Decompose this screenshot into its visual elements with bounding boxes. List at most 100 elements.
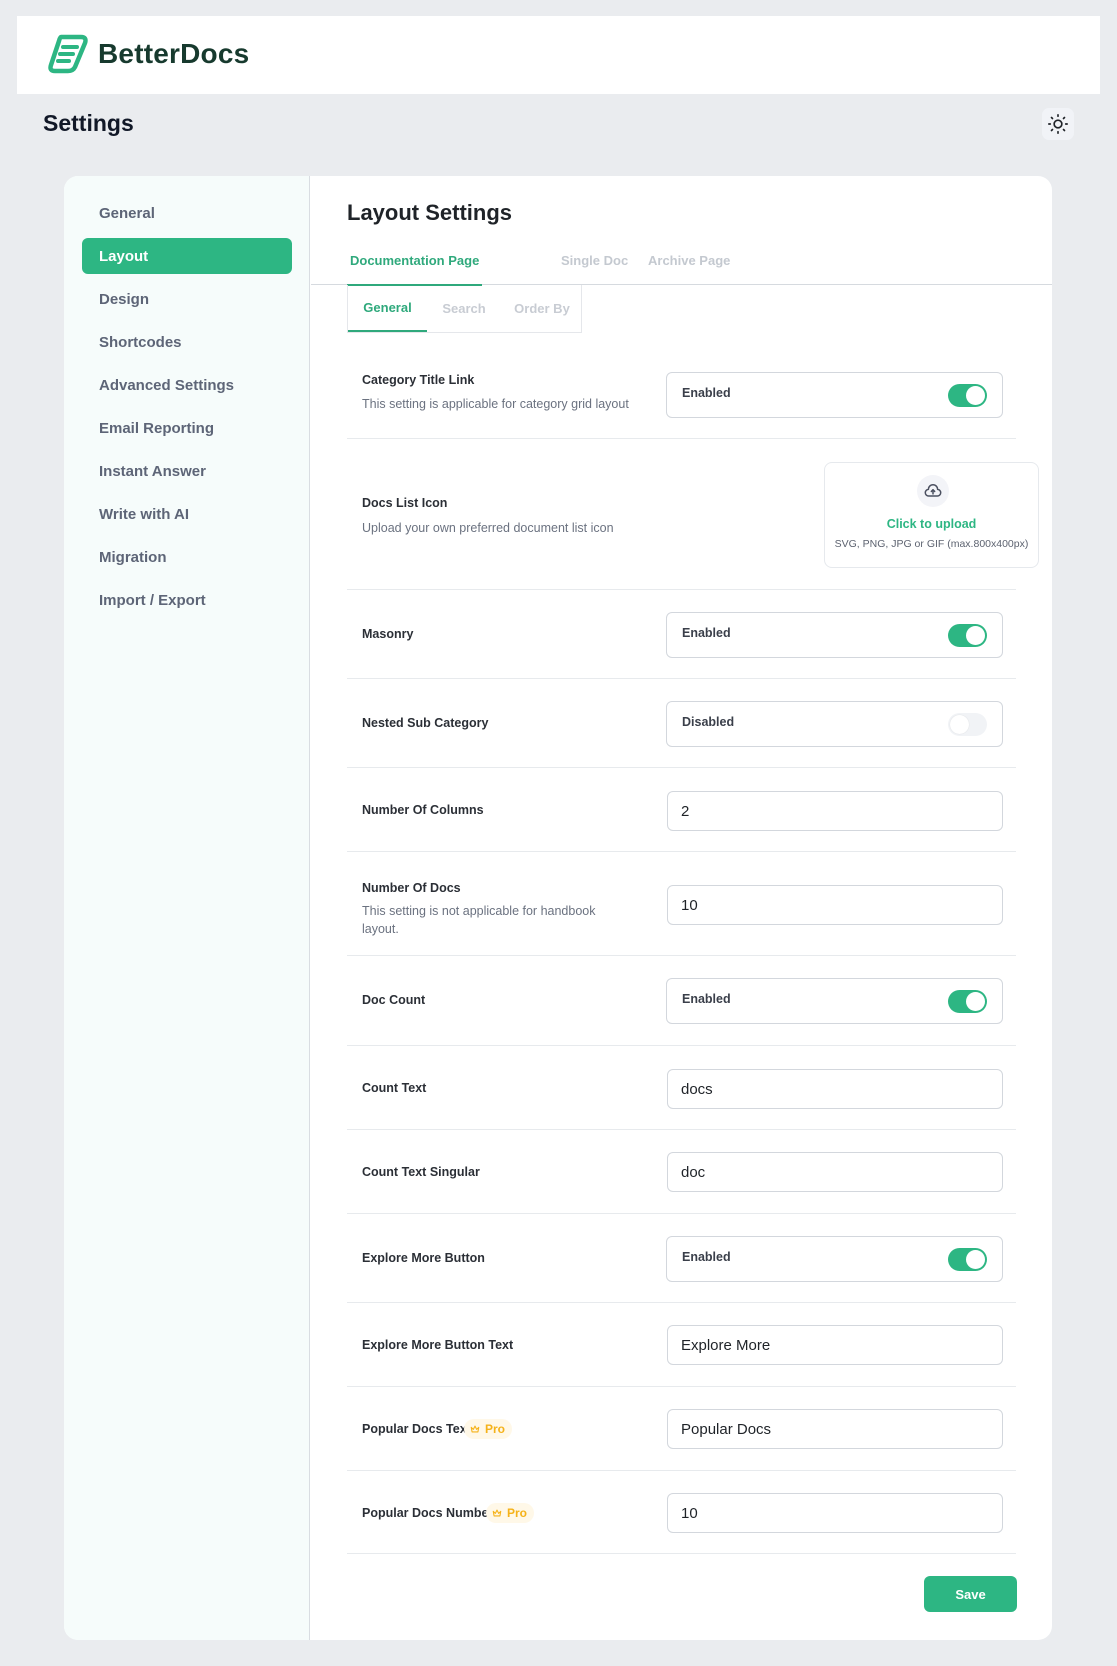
toggle-knob: [966, 386, 985, 405]
setting-label: Doc Count: [362, 993, 426, 1007]
setting-row-popular-docs-number: Popular Docs Number Pro: [347, 1471, 1016, 1554]
section-title: Layout Settings: [347, 200, 513, 225]
sidebar-item-instant-answer[interactable]: Instant Answer: [82, 453, 292, 489]
setting-row-explore-more-button: Explore More Button Enabled: [347, 1214, 1016, 1303]
count-text-singular-field: [667, 1152, 1003, 1192]
setting-label: Category Title Link: [362, 373, 475, 387]
nested-sub-category-toggle[interactable]: [948, 713, 987, 736]
setting-label: Number Of Columns: [362, 803, 484, 817]
toggle-knob: [966, 992, 985, 1011]
subtab-search[interactable]: Search: [427, 285, 501, 332]
toggle-knob: [950, 715, 969, 734]
explore-more-button-text-field: [667, 1325, 1003, 1365]
setting-label: Masonry: [362, 627, 414, 641]
category-title-link-toggle[interactable]: [948, 384, 987, 407]
crown-icon: [492, 1509, 502, 1517]
explore-more-button-toggle-field: Enabled: [666, 1236, 1003, 1282]
count-text-field: [667, 1069, 1003, 1109]
setting-row-number-of-docs: Number Of Docs This setting is not appli…: [347, 852, 1016, 956]
setting-row-number-of-columns: Number Of Columns: [347, 768, 1016, 852]
toggle-state-label: Enabled: [682, 626, 731, 640]
setting-label: Nested Sub Category: [362, 716, 489, 730]
setting-description: This setting is not applicable for handb…: [362, 904, 596, 936]
cloud-upload-icon: [924, 484, 942, 497]
brand-name: BetterDocs: [98, 38, 250, 69]
number-of-docs-input[interactable]: [681, 896, 1002, 914]
setting-row-docs-list-icon: Docs List Icon Upload your own preferred…: [347, 439, 1039, 590]
theme-toggle-button[interactable]: [1042, 108, 1074, 140]
toggle-knob: [966, 1250, 985, 1269]
sidebar-item-import-export[interactable]: Import / Export: [82, 582, 292, 618]
sidebar-item-advanced-settings[interactable]: Advanced Settings: [82, 367, 292, 403]
toggle-state-label: Enabled: [682, 1250, 731, 1264]
sidebar-item-write-with-ai[interactable]: Write with AI: [82, 496, 292, 532]
brand-logo[interactable]: BetterDocs: [47, 34, 249, 74]
sidebar-item-migration[interactable]: Migration: [82, 539, 292, 575]
setting-row-count-text-singular: Count Text Singular: [347, 1130, 1016, 1214]
explore-more-button-text-input[interactable]: [681, 1336, 1002, 1354]
setting-label: Number Of Docs: [362, 881, 461, 895]
toggle-state-label: Disabled: [682, 715, 735, 729]
toggle-state-label: Enabled: [682, 992, 731, 1006]
sun-icon: [1048, 114, 1068, 134]
layout-settings-panel: Layout Settings Documentation Page Singl…: [311, 176, 1052, 1640]
tab-documentation-page[interactable]: Documentation Page: [347, 236, 483, 286]
setting-row-nested-sub-category: Nested Sub Category Disabled: [347, 679, 1016, 768]
subtab-order-by[interactable]: Order By: [501, 285, 583, 332]
docs-list-icon-upload[interactable]: Click to upload SVG, PNG, JPG or GIF (ma…: [824, 462, 1039, 568]
page-title: Settings: [43, 110, 134, 136]
setting-label: Popular Docs Text: [362, 1422, 471, 1436]
setting-row-masonry: Masonry Enabled: [347, 590, 1016, 679]
sidebar-item-layout[interactable]: Layout: [82, 238, 292, 274]
upload-hint: SVG, PNG, JPG or GIF (max.800x400px): [834, 538, 1029, 550]
subtab-general[interactable]: General: [348, 285, 427, 332]
setting-label: Count Text Singular: [362, 1165, 480, 1179]
settings-card: General Layout Design Shortcodes Advance…: [64, 176, 1052, 1640]
setting-label: Count Text: [362, 1081, 427, 1095]
number-of-docs-field: [667, 885, 1003, 925]
top-bar: BetterDocs: [17, 16, 1100, 94]
setting-description: Upload your own preferred document list …: [362, 521, 614, 535]
count-text-input[interactable]: [681, 1080, 1002, 1098]
save-button[interactable]: Save: [924, 1576, 1017, 1612]
pro-badge: Pro: [464, 1419, 513, 1439]
setting-row-explore-more-button-text: Explore More Button Text: [347, 1303, 1016, 1387]
upload-icon-wrap: [917, 475, 949, 507]
explore-more-button-toggle[interactable]: [948, 1248, 987, 1271]
layout-tabs: Documentation Page Single Doc Archive Pa…: [311, 236, 1052, 286]
nested-sub-category-toggle-field: Disabled: [666, 701, 1003, 747]
doc-count-toggle-field: Enabled: [666, 978, 1003, 1024]
setting-label: Popular Docs Number: [362, 1506, 494, 1520]
pro-badge: Pro: [486, 1503, 535, 1523]
documentation-subtabs: General Search Order By: [347, 285, 582, 333]
popular-docs-text-field: [667, 1409, 1003, 1449]
popular-docs-number-field: [667, 1493, 1003, 1533]
setting-row-popular-docs-text: Popular Docs Text Pro: [347, 1387, 1016, 1471]
setting-description: This setting is applicable for category …: [362, 397, 629, 411]
count-text-singular-input[interactable]: [681, 1163, 1002, 1181]
tab-single-doc[interactable]: Single Doc: [558, 236, 631, 285]
setting-label: Docs List Icon: [362, 496, 448, 510]
number-of-columns-field: [667, 791, 1003, 831]
toggle-knob: [966, 626, 985, 645]
betterdocs-logo-icon: [48, 34, 88, 74]
settings-sidebar: General Layout Design Shortcodes Advance…: [64, 176, 310, 1640]
number-of-columns-input[interactable]: [681, 802, 1002, 820]
toggle-state-label: Enabled: [682, 386, 731, 400]
setting-row-count-text: Count Text: [347, 1046, 1016, 1130]
setting-row-category-title-link: Category Title Link This setting is appl…: [347, 333, 1016, 439]
sidebar-item-email-reporting[interactable]: Email Reporting: [82, 410, 292, 446]
masonry-toggle[interactable]: [948, 624, 987, 647]
sidebar-item-general[interactable]: General: [82, 195, 292, 231]
popular-docs-number-input[interactable]: [681, 1504, 1002, 1522]
doc-count-toggle[interactable]: [948, 990, 987, 1013]
setting-row-doc-count: Doc Count Enabled: [347, 956, 1016, 1046]
tab-archive-page[interactable]: Archive Page: [645, 236, 733, 285]
popular-docs-text-input[interactable]: [681, 1420, 1002, 1438]
sidebar-item-design[interactable]: Design: [82, 281, 292, 317]
pro-badge-label: Pro: [485, 1422, 506, 1436]
pro-badge-label: Pro: [507, 1506, 528, 1520]
setting-label: Explore More Button: [362, 1251, 485, 1265]
sidebar-item-shortcodes[interactable]: Shortcodes: [82, 324, 292, 360]
masonry-toggle-field: Enabled: [666, 612, 1003, 658]
